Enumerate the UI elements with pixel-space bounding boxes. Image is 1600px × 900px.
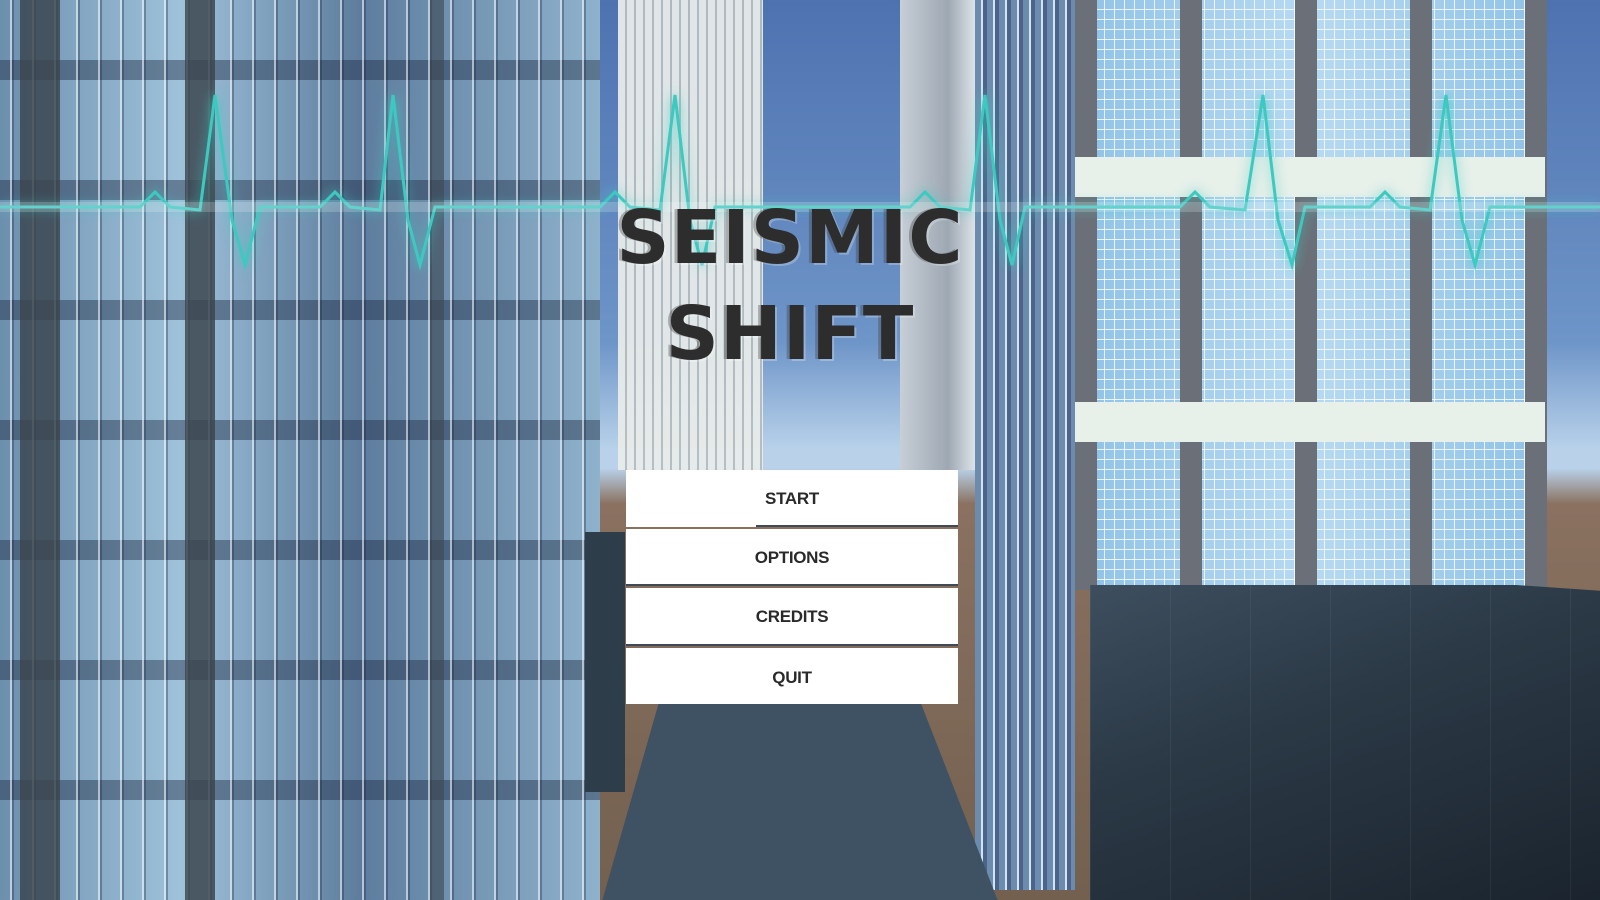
dark-rooftop-block	[1090, 585, 1600, 900]
options-underline	[626, 584, 958, 586]
quit-button[interactable]: QUIT	[626, 648, 958, 704]
options-button[interactable]: OPTIONS	[626, 529, 958, 586]
game-title-line2: SHIFT	[665, 291, 915, 377]
game-title: SEISMIC SHIFT	[600, 190, 980, 382]
left-dark-block	[585, 532, 625, 792]
start-button[interactable]: START	[626, 470, 958, 527]
quit-label: QUIT	[772, 668, 812, 687]
start-underline	[756, 525, 958, 527]
start-label: START	[765, 489, 819, 508]
game-title-line1: SEISMIC	[616, 195, 964, 281]
main-menu: START OPTIONS CREDITS QUIT	[626, 470, 958, 704]
credits-underline	[626, 644, 958, 646]
credits-label: CREDITS	[755, 607, 829, 626]
city-background-scene	[0, 0, 1600, 900]
options-label: OPTIONS	[754, 548, 830, 567]
credits-button[interactable]: CREDITS	[626, 588, 958, 646]
